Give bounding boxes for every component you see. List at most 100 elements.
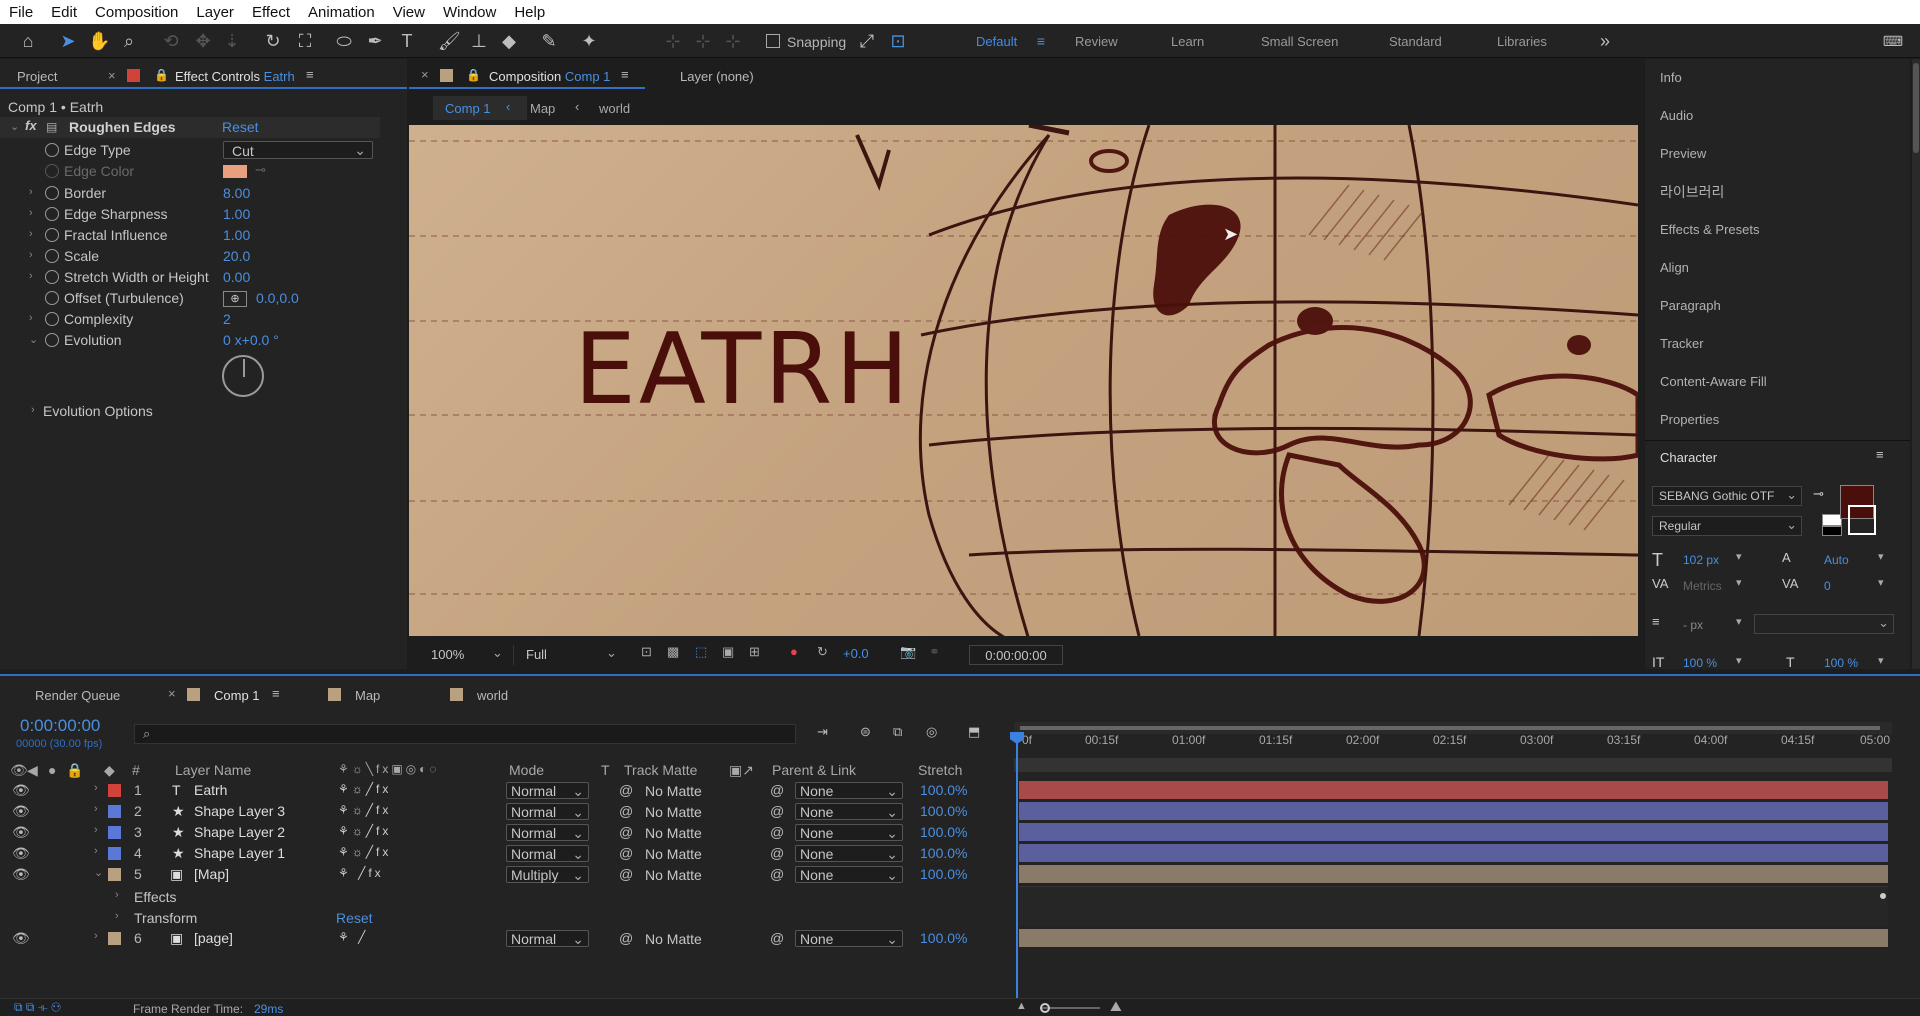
workspace-libraries[interactable]: Libraries [1497,34,1547,49]
composition-mini-flowchart-icon[interactable]: ⇥ [817,724,828,740]
font-size-value[interactable]: 102 px [1683,553,1719,567]
layer-label-color[interactable] [108,784,121,797]
track-matte-select[interactable]: No Matte [640,866,723,883]
layer-name[interactable]: Shape Layer 3 [194,803,285,819]
crumb-map[interactable]: Map [530,101,555,116]
eraser-tool-icon[interactable]: ◆ [498,30,520,52]
composition-viewer[interactable]: EATRH ➤ [409,125,1638,636]
layer-label-color[interactable] [108,805,121,818]
font-family-select[interactable]: SEBANG Gothic OTF ⌄ [1652,486,1802,506]
expand-arrow-icon[interactable]: › [94,782,98,794]
effects-group-label[interactable]: Effects [134,889,177,905]
panel-effects-presets[interactable]: Effects & Presets [1660,222,1759,237]
stopwatch-icon[interactable] [45,333,59,347]
graph-editor-icon[interactable]: ⬒ [968,724,980,740]
menu-help[interactable]: Help [505,4,554,21]
layer-name[interactable]: Shape Layer 2 [194,824,285,840]
expand-arrow-icon[interactable]: › [29,228,33,240]
visibility-eye-icon[interactable]: 👁 [12,930,30,947]
expand-arrow-icon[interactable]: › [94,930,98,942]
pan-tool-icon[interactable]: ✥ [192,30,214,52]
white-swatch[interactable] [1822,514,1842,526]
close-icon[interactable]: × [108,68,116,83]
stopwatch-icon[interactable] [45,249,59,263]
region-of-interest-icon[interactable]: ▣ [722,644,734,660]
matte-pickwhip-icon[interactable]: @ [619,930,633,946]
horizontal-scale-value[interactable]: 100 % [1824,656,1858,670]
hand-tool-icon[interactable]: ✋ [88,30,110,52]
parent-select[interactable]: None ⌄ [795,930,903,947]
property-value[interactable]: 1.00 [223,206,250,222]
work-area-range[interactable] [1020,726,1880,730]
black-swatch[interactable] [1822,526,1842,536]
stopwatch-icon[interactable] [45,164,59,178]
rotation-tool-icon[interactable]: ↻ [262,30,284,52]
layer-name[interactable]: Eatrh [194,782,227,798]
edge-type-select[interactable]: Cut ⌄ [223,141,373,159]
parent-select[interactable]: None ⌄ [795,866,903,883]
layer-switches-icon[interactable]: ⚘ ╱ [338,930,368,944]
matte-pickwhip-icon[interactable]: @ [619,782,633,798]
tab-layer[interactable]: Layer (none) [680,69,754,84]
panel-menu-icon[interactable]: ≡ [272,686,280,701]
menu-view[interactable]: View [384,4,434,21]
panel-content-aware-fill[interactable]: Content-Aware Fill [1660,374,1767,389]
exposure-value[interactable]: +0.0 [843,646,869,661]
pan-behind-tool-icon[interactable]: ⛶ [294,30,316,52]
parent-pickwhip-icon[interactable]: @ [770,782,784,798]
menu-effect[interactable]: Effect [243,4,299,21]
panel-align[interactable]: Align [1660,260,1689,275]
tab-render-queue[interactable]: Render Queue [35,688,120,703]
blend-mode-select[interactable]: Normal ⌄ [506,824,589,841]
transform-group-label[interactable]: Transform [134,910,197,926]
tab-map[interactable]: Map [355,688,380,703]
blend-mode-select[interactable]: Normal ⌄ [506,782,589,799]
zoom-out-icon[interactable]: ▲ [1016,1000,1027,1012]
transparency-grid-icon[interactable]: ▩ [667,644,679,660]
chevron-down-icon[interactable]: ▾ [1878,654,1884,667]
parent-select[interactable]: None ⌄ [795,803,903,820]
parent-pickwhip-icon[interactable]: @ [770,803,784,819]
crosshair-icon[interactable]: ⊕ [223,291,247,307]
eyedropper-icon[interactable]: ⊸ [255,162,266,178]
roto-brush-icon[interactable]: ✎ [538,30,560,52]
parent-select[interactable]: None ⌄ [795,824,903,841]
layer-bar-4[interactable] [1019,844,1888,862]
stopwatch-icon[interactable] [45,228,59,242]
crumb-world[interactable]: world [599,101,630,116]
workspace-learn[interactable]: Learn [1171,34,1204,49]
effects-group-row[interactable]: › Effects [0,887,1010,908]
menu-file[interactable]: File [0,4,42,21]
workspace-standard[interactable]: Standard [1389,34,1442,49]
matte-pickwhip-icon[interactable]: @ [619,803,633,819]
layer-switches-icon[interactable]: ⚘☼╱fx [338,845,391,859]
track-matte-select[interactable]: No Matte [640,782,723,799]
motion-blur-icon[interactable]: ◎ [926,724,937,740]
blend-mode-select[interactable]: Multiply ⌄ [506,866,589,883]
close-icon[interactable]: × [421,67,429,82]
chevron-down-icon[interactable]: ▾ [1878,576,1884,589]
layer-switches-icon[interactable]: ⚘☼╱fx [338,803,391,817]
effect-reset-link[interactable]: Reset [222,119,259,135]
layer-label-color[interactable] [108,826,121,839]
layer-switches-icon[interactable]: ⚘☼╱fx [338,824,391,838]
panel-menu-icon[interactable]: ≡ [1876,447,1884,462]
stopwatch-icon[interactable] [45,291,59,305]
mask-visibility-icon[interactable]: ⬚ [695,644,707,660]
matte-pickwhip-icon[interactable]: @ [619,845,633,861]
panel-info[interactable]: Info [1660,70,1682,85]
axis-world-icon[interactable]: ⊹ [692,30,714,52]
visibility-eye-icon[interactable]: 👁 [12,866,30,883]
expand-arrow-icon[interactable]: › [94,803,98,815]
stroke-type-select[interactable]: ⌄ [1754,614,1894,634]
panel-tracker[interactable]: Tracker [1660,336,1704,351]
expand-arrow-icon[interactable]: › [94,824,98,836]
matte-pickwhip-icon[interactable]: @ [619,824,633,840]
axis-local-icon[interactable]: ⊹ [662,30,684,52]
layer-bar-2[interactable] [1019,802,1888,820]
visibility-eye-icon[interactable]: 👁 [12,782,30,799]
selection-tool-icon[interactable]: ➤ [57,30,79,52]
resolution-select[interactable]: Full ⌄ [513,645,619,665]
stroke-width-value[interactable]: - px [1683,618,1703,632]
stopwatch-icon[interactable] [45,186,59,200]
